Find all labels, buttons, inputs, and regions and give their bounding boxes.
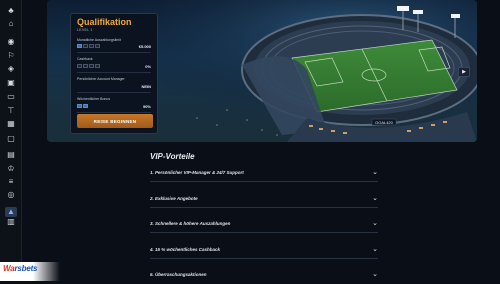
accordion-item[interactable]: 4. 15 % wöchentliches Cashback ⌄ [150,245,378,259]
shop-icon[interactable]: ▤ [5,150,17,160]
payout-limit-progress [77,44,100,48]
chevron-down-icon[interactable]: ⌄ [372,168,378,176]
accordion-item-title: 3. Schnellere & höhere Auszahlungen [150,221,231,226]
vip-icon[interactable]: ▲ [5,207,17,217]
divider [150,207,378,208]
football-icon[interactable]: ◈ [5,64,17,74]
bonus-icon[interactable]: ◎ [5,190,17,200]
weekly-bonus-progress [77,104,88,108]
accordion-item[interactable]: 1. Persönlicher VIP-Manager & 24/7 Suppo… [150,168,378,182]
cashback-label: Cashback [77,57,93,61]
weekly-bonus-value: 90% [142,104,151,109]
gift-icon[interactable]: ▦ [5,119,17,129]
divider [150,232,378,233]
divider [77,112,151,113]
left-sidebar: ♣ ⌂ ◉ ⚐ ◈ ▣ ▭ ⊤ ▦ ▢ ▤ ♔ ≡ ◎ ◐ ▥ ▲ [0,0,22,281]
sports-icon[interactable]: ⚐ [5,51,17,61]
accordion-item-title: 4. 15 % wöchentliches Cashback [150,247,221,252]
brand-logo[interactable]: Warsbets [3,264,37,273]
leaderboard-icon[interactable]: ≡ [5,177,17,187]
accordion-item[interactable]: 2. Exklusive Angebote ⌄ [150,194,378,208]
stadium-sign: GOAL420 [375,120,394,125]
weekly-bonus-label: Wöchentlicher Bonus [77,97,111,101]
accordion-item-title: 2. Exklusive Angebote [150,196,198,201]
next-slide-button[interactable]: ▶ [458,67,470,77]
divider [77,92,151,93]
chat-icon[interactable]: ▢ [5,134,17,144]
payout-limit-value: €5.000 [138,44,151,49]
chevron-down-icon[interactable]: ⌄ [372,270,378,278]
accordion-item[interactable]: 5. Überraschungsaktionen ⌄ [150,270,378,284]
chevron-down-icon[interactable]: ⌄ [372,219,378,227]
cashback-progress [77,64,100,68]
accordion-item-title: 5. Überraschungsaktionen [150,272,207,277]
qualification-title: Qualifikation [77,17,132,27]
tshirt-icon[interactable]: ⊤ [5,106,17,116]
level-label: LEVEL 1 [77,28,93,32]
trophy-icon[interactable]: ♔ [5,164,17,174]
chevron-down-icon[interactable]: ⌄ [372,245,378,253]
vip-benefits-title: VIP-Vorteile [150,152,195,161]
payout-limit-label: Monatliche Auszahlungslimit [77,38,121,42]
live-icon[interactable]: ▭ [5,92,17,102]
divider [77,72,151,73]
accordion-item[interactable]: 3. Schnellere & höhere Auszahlungen ⌄ [150,219,378,233]
calendar-icon[interactable]: ▥ [5,217,17,227]
divider [150,181,378,182]
promo-icon[interactable]: ◉ [5,37,17,47]
casino-icon[interactable]: ♣ [5,6,17,16]
esports-icon[interactable]: ▣ [5,78,17,88]
start-journey-button[interactable]: REISE BEGINNEN [77,114,153,128]
account-manager-label: Persönlicher Account Manager [77,77,125,81]
divider [150,258,378,259]
chevron-down-icon[interactable]: ⌄ [372,194,378,202]
account-manager-value: NEIN [141,84,151,89]
accordion-item-title: 1. Persönlicher VIP-Manager & 24/7 Suppo… [150,170,244,175]
divider [77,52,151,53]
home-icon[interactable]: ⌂ [5,19,17,29]
cashback-value: 0% [145,64,151,69]
qualification-card: Qualifikation LEVEL 1 Monatliche Auszahl… [70,13,158,134]
